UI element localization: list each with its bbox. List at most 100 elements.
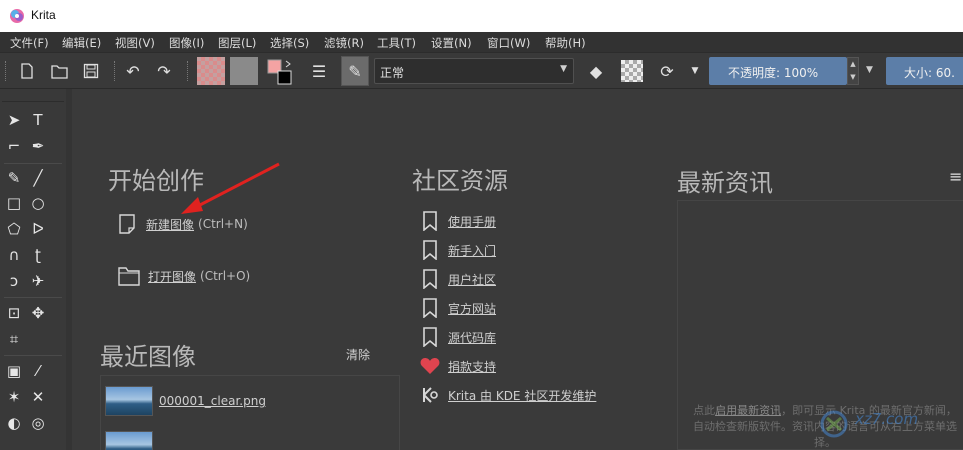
- heart-icon: [420, 355, 440, 377]
- start-heading: 开始创作: [108, 167, 204, 195]
- menu-file[interactable]: 文件(F): [10, 35, 49, 51]
- chevron-down-icon[interactable]: ▼: [866, 65, 873, 75]
- preserve-alpha-icon[interactable]: [621, 60, 643, 82]
- toolbox-divider: [4, 163, 62, 164]
- calligraphy-tool-icon[interactable]: ✒: [28, 136, 48, 156]
- gradient-preset-icon[interactable]: [197, 57, 225, 85]
- bookmark-icon: [420, 326, 440, 348]
- menu-settings[interactable]: 设置(N): [431, 35, 472, 51]
- eraser-icon[interactable]: ◆: [585, 60, 607, 82]
- kde-link[interactable]: Krita 由 KDE 社区开发维护: [420, 384, 596, 406]
- new-image-shortcut: (Ctrl+N): [198, 217, 248, 231]
- enclose-fill-tool-icon[interactable]: ◎: [28, 413, 48, 433]
- open-image-link[interactable]: 打开图像 (Ctrl+O): [118, 266, 250, 286]
- color-swap-icon[interactable]: [265, 57, 297, 87]
- toolbox-panel: ➤ T ⌐ ✒ ✎ ╱ □ ○ ⬠ ᐅ ∩ ʈ ↄ ✈ ⊡ ✥ ⌗ ▣ ⁄ ✶ …: [0, 89, 66, 450]
- community-heading: 社区资源: [412, 167, 508, 195]
- crop-tool-icon[interactable]: ⌗: [4, 329, 24, 349]
- menu-window[interactable]: 窗口(W): [487, 35, 530, 51]
- welcome-page: 开始创作 新建图像 (Ctrl+N) 打开图像 (Ctrl+O) 最近图像 清除…: [72, 89, 963, 450]
- bezier-tool-icon[interactable]: ∩: [4, 245, 24, 265]
- main-toolbar: ↶ ↷ ☰ ✎ 正常 ▼ ◆ ⟳ ▼ 不透明度: 100% ▲ ▼ ▼ 大小: 6…: [0, 52, 963, 89]
- enable-news-link[interactable]: 启用最新资讯: [715, 404, 781, 417]
- brush-settings-icon[interactable]: ☰: [308, 60, 330, 82]
- blend-mode-value: 正常: [380, 66, 405, 80]
- recent-thumbnail: [105, 386, 153, 416]
- multibrush-tool-icon[interactable]: ✈: [28, 271, 48, 291]
- recent-heading: 最近图像: [100, 343, 196, 371]
- color-picker-tool-icon[interactable]: ⁄: [28, 361, 48, 381]
- text-tool-icon[interactable]: T: [28, 110, 48, 130]
- new-document-icon: [119, 214, 135, 234]
- edit-shapes-tool-icon[interactable]: ⌐: [4, 136, 24, 156]
- menu-help[interactable]: 帮助(H): [545, 35, 586, 51]
- undo-icon[interactable]: ↶: [122, 60, 144, 82]
- chevron-down-icon: ▼: [560, 64, 567, 74]
- hamburger-menu-icon[interactable]: ≡: [949, 167, 962, 186]
- chevron-down-icon[interactable]: ▼: [684, 60, 706, 82]
- size-label: 大小: 60.: [904, 66, 955, 80]
- gradient-tool-icon[interactable]: ▣: [4, 361, 24, 381]
- opacity-slider[interactable]: 不透明度: 100%: [709, 57, 847, 85]
- reload-preset-icon[interactable]: ⟳: [656, 60, 678, 82]
- user-manual-link[interactable]: 使用手册: [420, 210, 496, 232]
- transform-tool-icon[interactable]: ⊡: [4, 303, 24, 323]
- menu-filter[interactable]: 滤镜(R): [324, 35, 364, 51]
- open-image-shortcut: (Ctrl+O): [200, 269, 251, 283]
- smart-patch-tool-icon[interactable]: ✕: [28, 387, 48, 407]
- menu-select[interactable]: 选择(S): [270, 35, 309, 51]
- opacity-spinbox[interactable]: ▲ ▼: [847, 57, 859, 85]
- recent-images-list: 000001_clear.png: [100, 375, 400, 450]
- menu-edit[interactable]: 编辑(E): [62, 35, 101, 51]
- open-folder-icon[interactable]: [48, 60, 70, 82]
- menu-image[interactable]: 图像(I): [169, 35, 204, 51]
- colorize-mask-tool-icon[interactable]: ✶: [4, 387, 24, 407]
- menu-bar: 文件(F) 编辑(E) 视图(V) 图像(I) 图层(L) 选择(S) 滤镜(R…: [0, 32, 963, 52]
- official-website-link[interactable]: 官方网站: [420, 297, 496, 319]
- new-image-link[interactable]: 新建图像 (Ctrl+N): [118, 213, 248, 235]
- dynamic-brush-tool-icon[interactable]: ↄ: [4, 271, 24, 291]
- menu-view[interactable]: 视图(V): [115, 35, 155, 51]
- clear-recent-link[interactable]: 清除: [346, 346, 370, 363]
- recent-item[interactable]: [105, 426, 159, 450]
- blend-mode-select[interactable]: 正常 ▼: [374, 58, 574, 84]
- getting-started-link[interactable]: 新手入门: [420, 239, 496, 261]
- recent-filename: 000001_clear.png: [159, 394, 266, 408]
- size-slider[interactable]: 大小: 60.: [886, 57, 963, 85]
- toolbar-separator: [187, 61, 189, 81]
- brush-preset-icon[interactable]: ✎: [341, 56, 369, 86]
- redo-icon[interactable]: ↷: [153, 60, 175, 82]
- toolbox-title: [2, 89, 64, 102]
- bookmark-icon: [420, 210, 440, 232]
- menu-tools[interactable]: 工具(T): [377, 35, 416, 51]
- open-image-label: 打开图像: [148, 269, 197, 284]
- polyline-tool-icon[interactable]: ᐅ: [28, 219, 48, 239]
- rectangle-tool-icon[interactable]: □: [4, 193, 24, 213]
- folder-icon: [118, 267, 140, 286]
- bookmark-icon: [420, 239, 440, 261]
- new-image-label: 新建图像: [146, 217, 195, 232]
- news-heading: 最新资讯: [677, 169, 773, 197]
- polygon-tool-icon[interactable]: ⬠: [4, 219, 24, 239]
- ellipse-tool-icon[interactable]: ○: [28, 193, 48, 213]
- recent-item[interactable]: 000001_clear.png: [105, 381, 266, 421]
- brush-tool-icon[interactable]: ✎: [4, 168, 24, 188]
- watermark-logo-icon: [820, 410, 848, 438]
- kde-logo-icon: [420, 384, 440, 406]
- krita-logo-icon: [10, 9, 24, 23]
- menu-layer[interactable]: 图层(L): [218, 35, 256, 51]
- source-code-link[interactable]: 源代码库: [420, 326, 496, 348]
- select-shapes-tool-icon[interactable]: ➤: [4, 110, 24, 130]
- fill-tool-icon[interactable]: ◐: [4, 413, 24, 433]
- line-tool-icon[interactable]: ╱: [28, 168, 48, 188]
- pattern-preset-icon[interactable]: [230, 57, 258, 85]
- donate-link[interactable]: 捐款支持: [420, 355, 496, 377]
- user-community-link[interactable]: 用户社区: [420, 268, 496, 290]
- bookmark-icon: [420, 268, 440, 290]
- save-icon[interactable]: [80, 60, 102, 82]
- toolbar-separator: [114, 61, 116, 81]
- toolbar-grip: [5, 61, 7, 81]
- new-document-icon[interactable]: [16, 60, 38, 82]
- move-tool-icon[interactable]: ✥: [28, 303, 48, 323]
- freehand-path-tool-icon[interactable]: ʈ: [28, 245, 48, 265]
